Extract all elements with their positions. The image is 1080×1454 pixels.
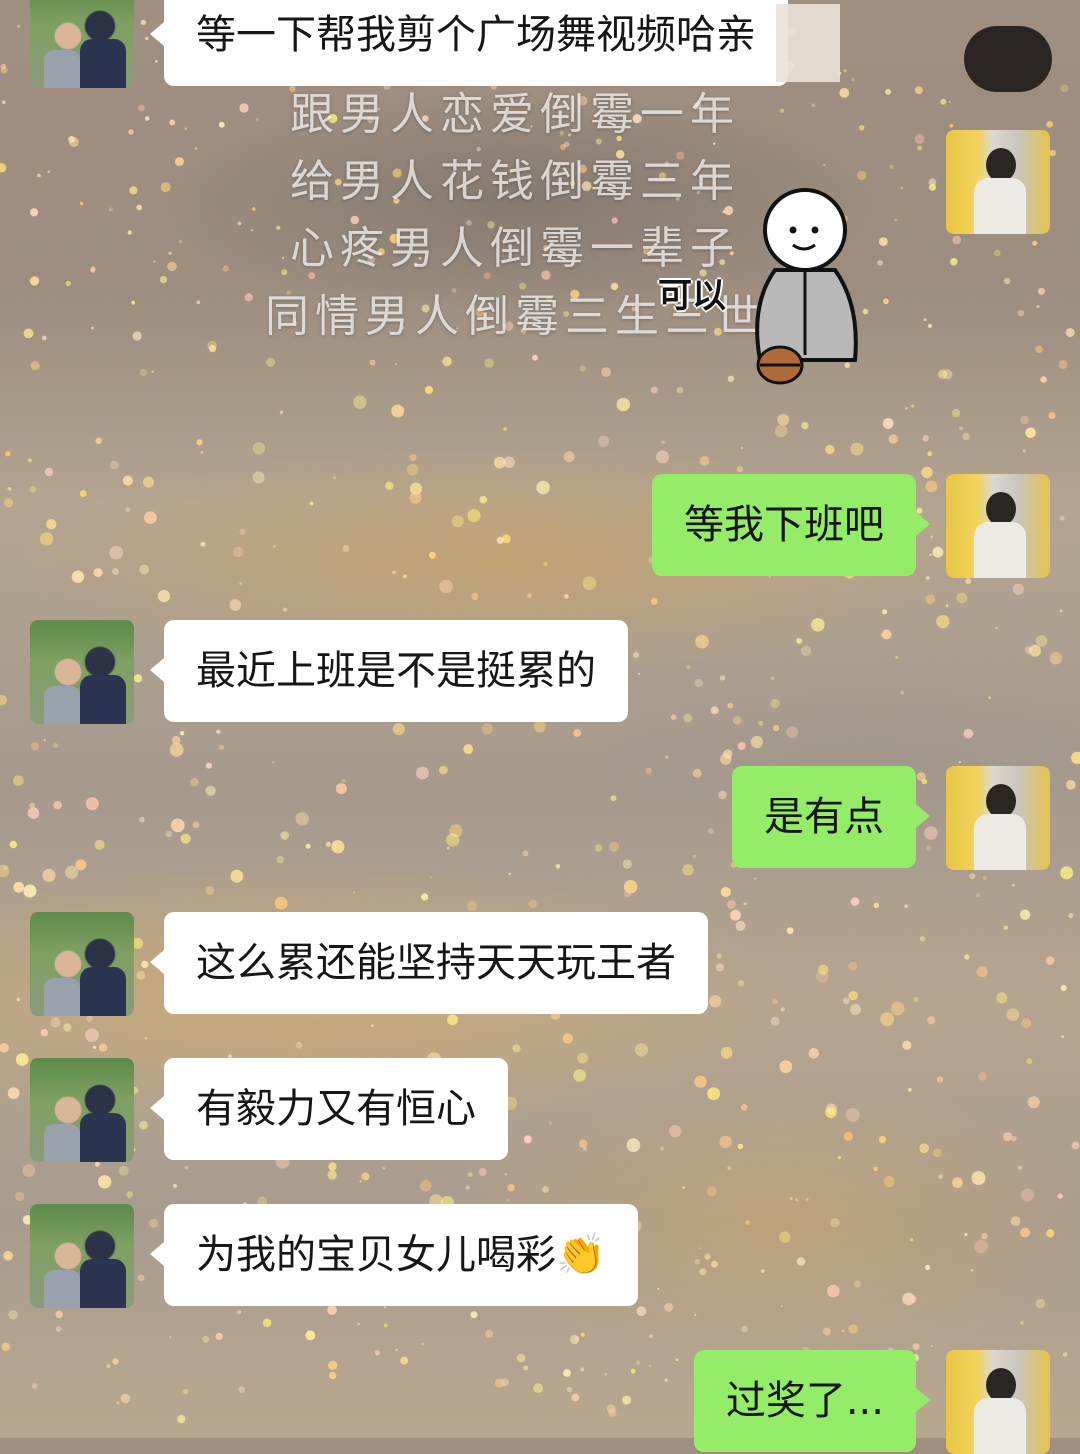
message-text: 等一下帮我剪个广场舞视频哈亲 [196, 12, 756, 58]
message-row-3: 最近上班是不是挺累的 [30, 620, 628, 724]
message-text: 是有点 [764, 794, 884, 840]
message-bubble[interactable]: 有毅力又有恒心 [150, 1058, 508, 1160]
message-bubble[interactable]: 为我的宝贝女儿喝彩👏 [150, 1204, 638, 1306]
sticker-caption-line-4: 同情男人倒霉三生三世 [265, 291, 765, 342]
message-row-8: 过奖了... [693, 1350, 1050, 1454]
contact-avatar[interactable] [30, 1058, 134, 1162]
my-avatar[interactable] [946, 1350, 1050, 1454]
my-avatar[interactable] [946, 130, 1050, 234]
my-avatar[interactable] [946, 474, 1050, 578]
contact-avatar[interactable] [30, 0, 134, 88]
message-bubble[interactable]: 这么累还能坚持天天玩王者 [150, 912, 708, 1014]
message-text: 最近上班是不是挺累的 [196, 648, 596, 694]
message-text: 有毅力又有恒心 [196, 1086, 476, 1132]
sticker-caption-line-3: 心疼男人倒霉一辈子 [290, 223, 740, 274]
message-bubble[interactable]: 等一下帮我剪个广场舞视频哈亲 [150, 0, 788, 86]
contact-avatar[interactable] [30, 620, 134, 724]
contact-avatar[interactable] [30, 1204, 134, 1308]
image-crop-patch [776, 4, 840, 82]
message-row-4: 是有点 [732, 766, 1050, 870]
my-avatar[interactable] [946, 766, 1050, 870]
clapping-hands-icon: 👏 [556, 1232, 606, 1278]
message-row-5: 这么累还能坚持天天玩王者 [30, 912, 708, 1016]
message-row-7: 为我的宝贝女儿喝彩👏 [30, 1204, 638, 1308]
message-row-1: 等一下帮我剪个广场舞视频哈亲 [30, 0, 788, 88]
message-text: 为我的宝贝女儿喝彩 [196, 1232, 556, 1278]
message-bubble[interactable]: 最近上班是不是挺累的 [150, 620, 628, 722]
message-bubble[interactable]: 是有点 [732, 766, 930, 868]
sticker-caption-line-2: 给男人花钱倒霉三年 [290, 156, 740, 207]
message-text: 这么累还能坚持天天玩王者 [196, 940, 676, 986]
message-row-sticker [946, 130, 1050, 234]
message-row-2: 等我下班吧 [652, 474, 1050, 578]
overlay-dark-shape [964, 26, 1052, 92]
message-text: 等我下班吧 [684, 502, 884, 548]
contact-avatar[interactable] [30, 912, 134, 1016]
sticker-label: 可以 [658, 276, 726, 316]
message-text: 过奖了... [725, 1378, 884, 1424]
message-bubble[interactable]: 过奖了... [693, 1350, 931, 1452]
message-row-6: 有毅力又有恒心 [30, 1058, 508, 1162]
message-bubble[interactable]: 等我下班吧 [652, 474, 930, 576]
